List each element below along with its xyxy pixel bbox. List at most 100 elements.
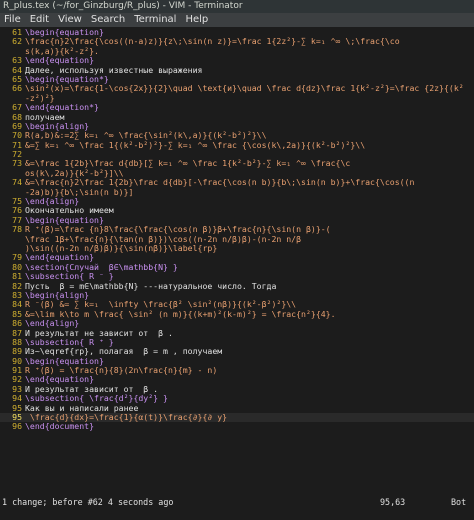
line-text: \end{align} — [25, 319, 80, 329]
line-number: 90 — [12, 356, 22, 366]
editor-line[interactable]: 71 &=∑ k=₁ ^∞ \frac 1{(k²-b²)²}-∑ k=₁ ^∞ … — [0, 141, 474, 150]
line-number: 83 — [12, 290, 22, 300]
editor-line[interactable]: 61 \begin{equation} — [0, 28, 474, 37]
line-number: 86 — [12, 319, 22, 329]
line-number: 92 — [12, 375, 22, 385]
line-text: R ⁺(β)=\frac {n}8\frac{\frac{\cos(n β)}β… — [25, 225, 331, 235]
line-text: И результат зависит от β . — [25, 384, 159, 394]
editor-line[interactable]: 65 \begin{equation*} — [0, 75, 474, 84]
line-number: 82 — [12, 281, 22, 291]
line-text: -z²)²} — [25, 93, 55, 103]
line-number: 63 — [12, 56, 22, 66]
editor-line[interactable]: 67 \end{equation*} — [0, 103, 474, 112]
editor-line[interactable]: 78 R ⁺(β)=\frac {n}8\frac{\frac{\cos(n β)… — [0, 225, 474, 234]
editor-line[interactable]: 73 &=\frac 1{2b}\frac d{db}[∑ k=₁ ^∞ \fra… — [0, 159, 474, 168]
menu-help[interactable]: Help — [185, 13, 208, 27]
line-text: \end{equation} — [25, 56, 95, 66]
menu-file[interactable]: File — [4, 13, 21, 27]
editor-line[interactable]: 62 \frac{n}2\frac{\cos((n-a)z)}{z\;\sin(n… — [0, 37, 474, 46]
line-number: 78 — [12, 225, 22, 235]
editor-line[interactable]: 83 \begin{align} — [0, 291, 474, 300]
editor-line[interactable]: 75 \end{align} — [0, 197, 474, 206]
editor-line[interactable]: 77 \begin{equation} — [0, 216, 474, 225]
editor-line[interactable]: 96 \end{document} — [0, 422, 474, 431]
line-number: 72 — [12, 150, 22, 160]
line-number: 75 — [12, 197, 22, 207]
editor-line[interactable]: os(k\,2a)}{k²-b²}]\\ — [0, 169, 474, 178]
editor-line[interactable]: 68 получаем — [0, 113, 474, 122]
editor-line[interactable]: 90 \begin{equation} — [0, 357, 474, 366]
editor-line[interactable]: s(k,a)}{k²-z²}. — [0, 47, 474, 56]
line-text: И результат не зависит от β . — [25, 328, 173, 338]
editor-line[interactable]: 74 &=\frac{n}2\frac 1{2b}\frac d{db}[-\fr… — [0, 178, 474, 187]
line-text: \frac{d}{dx}=\frac{1}{α(t)}\frac{∂}{∂ y} — [25, 413, 228, 423]
editor-line[interactable]: 92 \end{equation} — [0, 375, 474, 384]
editor-line[interactable]: 84 R ⁻(β) &= ∑ k=₁ \infty \frac{β² \sin²(… — [0, 300, 474, 309]
editor-line[interactable]: 81 \subsection{ R ⁻ } — [0, 272, 474, 281]
menu-edit[interactable]: Edit — [30, 13, 49, 27]
line-text: Далее, используя известные выражения — [25, 65, 203, 75]
line-text: \subsection{ R ⁺ } — [25, 337, 114, 347]
line-text: \end{equation} — [25, 375, 95, 385]
line-text: &=∑ k=₁ ^∞ \frac 1{(k²-b²)²}-∑ k=₁ ^∞ \f… — [25, 140, 366, 150]
line-text: \begin{align} — [25, 121, 90, 131]
editor-line[interactable]: )\sin((n-2n n/β)β)}{\sin(nβ)}\label{rp} — [0, 244, 474, 253]
editor-line[interactable]: -z²)²} — [0, 94, 474, 103]
line-number: 96 — [12, 422, 22, 432]
editor-line[interactable]: -2a)b)}{b\;\sin(n b)}] — [0, 188, 474, 197]
editor-line[interactable]: 70 R(a,b)&:=2∑ k=₁ ^∞ \frac{\sin²(k\,a)}{… — [0, 131, 474, 140]
editor-line[interactable]: 88 \subsection{ R ⁺ } — [0, 338, 474, 347]
line-number: 64 — [12, 65, 22, 75]
line-number: 65 — [12, 74, 22, 84]
editor-line[interactable]: \frac 1β+\frac{n}{\tan(n β)})\cos((n-2n … — [0, 235, 474, 244]
line-number: 66 — [12, 84, 22, 94]
editor-line[interactable]: 76 Окончательно имеем — [0, 206, 474, 215]
editor-line[interactable]: 79 \end{equation} — [0, 253, 474, 262]
editor-line[interactable]: 85 &=\lim k\to m \frac{ \sin² (n m)}{(k+m… — [0, 310, 474, 319]
editor-line[interactable]: 95 Как вы и написали ранее — [0, 404, 474, 413]
editor-line[interactable]: 63 \end{equation} — [0, 56, 474, 65]
menu-terminal[interactable]: Terminal — [134, 13, 176, 27]
editor-line[interactable]: 87 И результат не зависит от β . — [0, 329, 474, 338]
scroll-indicator: Bot — [451, 497, 467, 507]
line-text: получаем — [25, 112, 65, 122]
editor-line[interactable]: 86 \end{align} — [0, 319, 474, 328]
editor-line[interactable]: 93 И результат зависит от β . — [0, 385, 474, 394]
line-number: 95 — [12, 413, 22, 423]
editor-line[interactable]: 69 \begin{align} — [0, 122, 474, 131]
line-number — [0, 235, 25, 244]
command-line[interactable] — [0, 508, 474, 520]
cursor-position: 95,63 — [380, 497, 406, 507]
editor-line[interactable]: 91 R ⁺(β) = \frac{n}{8}(2n\frac{n}{m} - n… — [0, 366, 474, 375]
line-number: 91 — [12, 366, 22, 376]
editor-line[interactable]: 95 \frac{d}{dx}=\frac{1}{α(t)}\frac{∂}{∂… — [0, 413, 474, 423]
editor-line[interactable]: 89 Из~\eqref{rp}, полагая β = m , получае… — [0, 347, 474, 356]
line-text: Окончательно имеем — [25, 206, 114, 216]
editor-line[interactable]: 72 — [0, 150, 474, 159]
menu-bar: File Edit View Search Terminal Help — [0, 13, 474, 27]
menu-search[interactable]: Search — [91, 13, 125, 27]
line-text: \section{Случай β∈\mathbb{N} } — [25, 262, 178, 272]
menu-view[interactable]: View — [58, 13, 82, 27]
line-number — [0, 47, 25, 56]
line-text: &=\frac{n}2\frac 1{2b}\frac d{db}[-\frac… — [25, 178, 415, 188]
line-text: \end{equation*} — [25, 103, 99, 113]
line-text: R ⁺(β) = \frac{n}{8}(2n\frac{n}{m} - n) — [25, 366, 218, 376]
editor-line[interactable]: 64 Далее, используя известные выражения — [0, 66, 474, 75]
editor-line[interactable]: 94 \subsection{ \frac{d²}{dy²} } — [0, 394, 474, 403]
line-number: 76 — [12, 206, 22, 216]
line-text: Из~\eqref{rp}, полагая β = m , получаем — [25, 347, 223, 357]
line-number — [0, 169, 25, 178]
line-number: 81 — [12, 272, 22, 282]
editor-line[interactable]: 80 \section{Случай β∈\mathbb{N} } — [0, 263, 474, 272]
editor-line[interactable]: 82 Пусть β = m∈\mathbb{N} ---натуральное … — [0, 282, 474, 291]
line-number: 94 — [12, 394, 22, 404]
line-text: &=\lim k\to m \frac{ \sin² (n m)}{(k+m)²… — [25, 309, 336, 319]
line-text: R(a,b)&:=2∑ k=₁ ^∞ \frac{\sin²(k\,a)}{(k… — [25, 131, 267, 141]
line-text: )\sin((n-2n n/β)β)}{\sin(nβ)}\label{rp} — [25, 243, 218, 253]
line-text: \end{align} — [25, 197, 80, 207]
editor-line[interactable]: 66 \sin²(x)=\frac{1-\cos{2x}}{2}\quad \te… — [0, 84, 474, 93]
vim-editor-buffer[interactable]: 61 \begin{equation} 62 \frac{n}2\frac{\cos(… — [0, 28, 474, 494]
line-text: \frac 1β+\frac{n}{\tan(n β)})\cos((n-2n … — [25, 234, 302, 244]
line-number — [0, 94, 25, 103]
